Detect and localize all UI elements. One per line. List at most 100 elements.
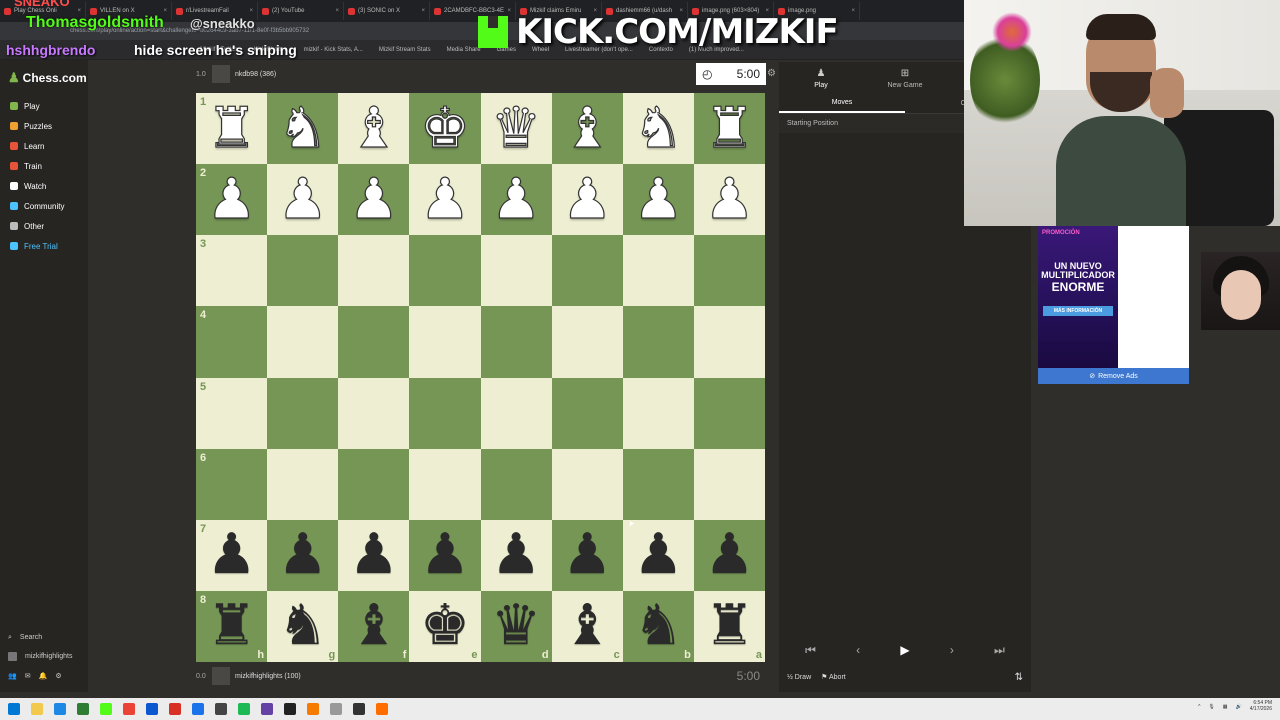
black-pawn-icon[interactable]: ♟ bbox=[491, 527, 541, 583]
taskbar-app5-icon[interactable] bbox=[376, 703, 388, 715]
board-square[interactable] bbox=[622, 306, 694, 378]
browser-tab[interactable]: (2) YouTube × bbox=[258, 2, 344, 20]
taskbar-start-icon[interactable] bbox=[8, 703, 20, 715]
board-square[interactable]: ♜ bbox=[693, 93, 765, 165]
sidebar-search[interactable]: ⌕ Search bbox=[0, 628, 88, 647]
white-bishop-icon[interactable]: ♝ bbox=[561, 99, 612, 156]
white-queen-icon[interactable]: ♛ bbox=[490, 99, 541, 156]
board-square[interactable]: ♟ bbox=[338, 519, 410, 591]
taskbar-kick-icon[interactable] bbox=[100, 703, 112, 715]
black-knight-icon[interactable]: ♞ bbox=[633, 598, 683, 654]
taskbar-media-icon[interactable] bbox=[123, 703, 135, 715]
board-square[interactable] bbox=[480, 448, 552, 520]
opponent-name[interactable]: nkdb98 (386) bbox=[235, 71, 276, 78]
board-square[interactable]: ♟ bbox=[551, 164, 623, 236]
draw-button[interactable]: ½ Draw bbox=[787, 674, 811, 681]
board-square[interactable] bbox=[267, 306, 339, 378]
sidebar-item-free-trial[interactable]: Free Trial bbox=[0, 236, 88, 256]
first-move-icon[interactable]: ⏮ bbox=[805, 643, 816, 658]
close-icon[interactable]: × bbox=[249, 8, 253, 14]
taskbar-chrome-app-icon[interactable] bbox=[77, 703, 89, 715]
board-square[interactable] bbox=[338, 448, 410, 520]
sidebar-item-puzzles[interactable]: Puzzles bbox=[0, 116, 88, 136]
board-square[interactable]: 5 bbox=[196, 377, 268, 449]
black-pawn-icon[interactable]: ♟ bbox=[420, 527, 470, 583]
board-square[interactable]: ♝ bbox=[551, 93, 623, 165]
white-pawn-icon[interactable]: ♟ bbox=[704, 171, 755, 228]
board-square[interactable]: ♟ bbox=[338, 164, 410, 236]
board-square[interactable] bbox=[409, 448, 481, 520]
taskbar-app2-icon[interactable] bbox=[307, 703, 319, 715]
chesscom-logo[interactable]: ♟ Chess.com bbox=[0, 60, 88, 86]
chevron-up-icon[interactable]: ^ bbox=[1198, 704, 1200, 710]
mail-icon[interactable]: ✉ bbox=[25, 672, 31, 680]
last-move-icon[interactable]: ⏭ bbox=[994, 643, 1005, 658]
board-square[interactable]: ♟ bbox=[409, 164, 481, 236]
board-square[interactable] bbox=[338, 306, 410, 378]
advertisement[interactable]: PROMOCIÓN UN NUEVO MULTIPLICADOR ENORME … bbox=[1038, 226, 1189, 384]
board-square[interactable]: 6 bbox=[196, 448, 268, 520]
close-icon[interactable]: × bbox=[335, 8, 339, 14]
opponent-avatar[interactable] bbox=[212, 65, 230, 83]
white-knight-icon[interactable]: ♞ bbox=[633, 99, 684, 156]
volume-icon[interactable]: 🔊 bbox=[1236, 704, 1242, 710]
black-bishop-icon[interactable]: ♝ bbox=[349, 598, 399, 654]
clock[interactable]: 6:54 PM 4/17/2026 bbox=[1250, 700, 1272, 712]
board-square[interactable]: 8 h ♜ bbox=[196, 590, 268, 662]
next-move-icon[interactable]: › bbox=[950, 643, 954, 657]
bell-icon[interactable]: 🔔 bbox=[39, 672, 48, 680]
board-square[interactable]: ♟ bbox=[551, 519, 623, 591]
black-pawn-icon[interactable]: ♟ bbox=[206, 527, 256, 583]
black-pawn-icon[interactable]: ♟ bbox=[278, 527, 328, 583]
board-square[interactable]: ♟ bbox=[622, 164, 694, 236]
play-icon[interactable]: ▶ bbox=[900, 643, 909, 657]
board-square[interactable] bbox=[338, 377, 410, 449]
board-square[interactable] bbox=[622, 235, 694, 307]
white-pawn-icon[interactable]: ♟ bbox=[277, 171, 328, 228]
board-square[interactable]: 4 bbox=[196, 306, 268, 378]
board-square[interactable] bbox=[267, 377, 339, 449]
sidebar-item-other[interactable]: Other bbox=[0, 216, 88, 236]
black-pawn-icon[interactable]: ♟ bbox=[349, 527, 399, 583]
mic-icon[interactable]: 🎙 bbox=[1208, 704, 1214, 710]
board-square[interactable]: g ♞ bbox=[267, 590, 339, 662]
people-icon[interactable]: 👥 bbox=[8, 672, 17, 680]
black-queen-icon[interactable]: ♛ bbox=[491, 598, 541, 654]
board-square[interactable]: 1 ♜ bbox=[196, 93, 268, 165]
board-square[interactable] bbox=[693, 235, 765, 307]
board-square[interactable] bbox=[267, 448, 339, 520]
board-square[interactable] bbox=[267, 235, 339, 307]
board-square[interactable] bbox=[409, 306, 481, 378]
taskbar-terminal-icon[interactable] bbox=[215, 703, 227, 715]
board-square[interactable]: ♝ bbox=[338, 93, 410, 165]
board-square[interactable]: d ♛ bbox=[480, 590, 552, 662]
settings-icon[interactable]: ⚙ bbox=[55, 672, 61, 680]
board-square[interactable] bbox=[622, 377, 694, 449]
bookmark[interactable]: Media Share bbox=[447, 47, 481, 53]
board-square[interactable]: b ♞ bbox=[622, 590, 694, 662]
network-icon[interactable]: ▦ bbox=[1223, 704, 1228, 710]
board-square[interactable]: 3 bbox=[196, 235, 268, 307]
taskbar-app-icon[interactable] bbox=[169, 703, 181, 715]
close-icon[interactable]: × bbox=[421, 8, 425, 14]
white-pawn-icon[interactable]: ♟ bbox=[490, 171, 541, 228]
previous-move-icon[interactable]: ‹ bbox=[856, 643, 860, 657]
board-square[interactable]: e ♚ bbox=[409, 590, 481, 662]
white-pawn-icon[interactable]: ♟ bbox=[633, 171, 684, 228]
board-square[interactable]: 7 ♟ bbox=[196, 519, 268, 591]
board-square[interactable] bbox=[338, 235, 410, 307]
black-knight-icon[interactable]: ♞ bbox=[278, 598, 328, 654]
taskbar-file-explorer-icon[interactable] bbox=[31, 703, 43, 715]
board-square[interactable]: ♛ bbox=[480, 93, 552, 165]
sidebar-item-play[interactable]: Play bbox=[0, 96, 88, 116]
remove-ads-button[interactable]: ⊘ Remove Ads bbox=[1038, 368, 1189, 384]
board-square[interactable]: ♚ bbox=[409, 93, 481, 165]
board-square[interactable] bbox=[693, 306, 765, 378]
sidebar-user[interactable]: mizkifhighlights bbox=[0, 647, 88, 666]
sidebar-item-learn[interactable]: Learn bbox=[0, 136, 88, 156]
board-square[interactable]: ♟ bbox=[480, 519, 552, 591]
board-square[interactable]: 2 ♟ bbox=[196, 164, 268, 236]
black-rook-icon[interactable]: ♜ bbox=[704, 598, 754, 654]
board-square[interactable] bbox=[551, 377, 623, 449]
white-pawn-icon[interactable]: ♟ bbox=[348, 171, 399, 228]
